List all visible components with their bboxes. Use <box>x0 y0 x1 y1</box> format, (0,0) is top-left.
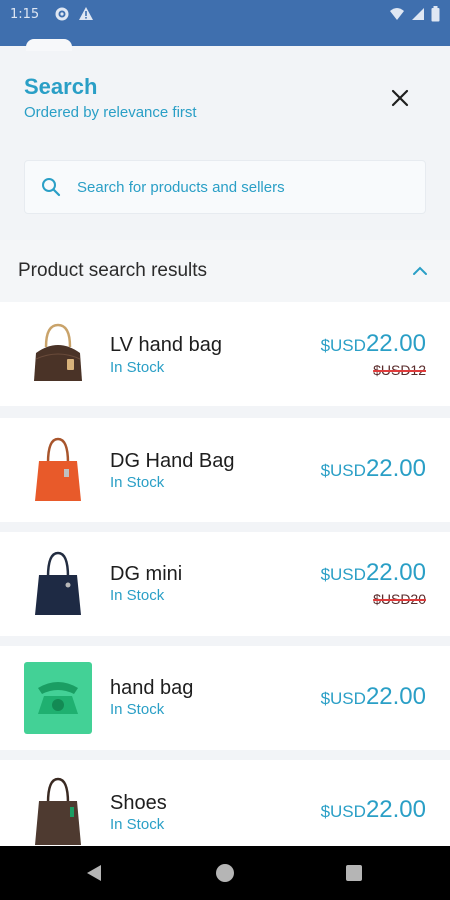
product-thumbnail <box>24 774 92 846</box>
results-section-header[interactable]: Product search results <box>0 240 450 302</box>
product-name: LV hand bag <box>110 334 222 356</box>
chevron-up-icon[interactable] <box>410 262 430 280</box>
close-icon <box>391 89 409 111</box>
search-subtitle: Ordered by relevance first <box>24 104 197 121</box>
price-currency: $USD <box>320 461 366 480</box>
search-title: Search <box>24 74 98 99</box>
original-price: $USD12 <box>373 362 426 378</box>
back-icon[interactable] <box>86 864 102 886</box>
product-thumbnail <box>24 318 92 390</box>
results-title: Product search results <box>18 260 208 281</box>
product-name: hand bag <box>110 677 194 699</box>
result-card[interactable]: hand bag In Stock $USD22.00 <box>0 646 450 750</box>
product-price: $USD22.00 <box>321 559 426 587</box>
stock-status: In Stock <box>110 474 165 491</box>
price-amount: 22.00 <box>365 796 426 823</box>
alert-icon <box>78 6 94 26</box>
price-currency: $USD <box>320 336 366 355</box>
search-input[interactable] <box>77 161 417 213</box>
product-price: $USD22.00 <box>321 330 426 358</box>
status-bar: 1:15 <box>0 0 450 30</box>
result-card[interactable]: Shoes In Stock $USD22.00 <box>0 760 450 846</box>
product-thumbnail <box>24 434 92 506</box>
price-amount: 22.00 <box>365 559 426 586</box>
search-icon <box>41 177 61 201</box>
result-card[interactable]: DG Hand Bag In Stock $USD22.00 <box>0 418 450 522</box>
product-price: $USD22.00 <box>321 683 426 711</box>
price-currency: $USD <box>320 565 366 584</box>
status-time: 1:15 <box>10 7 40 22</box>
result-card[interactable]: LV hand bag In Stock $USD22.00 $USD12 <box>0 302 450 406</box>
signal-icon <box>411 6 425 26</box>
close-button[interactable] <box>386 86 414 114</box>
product-thumbnail <box>24 662 92 734</box>
product-name: DG mini <box>110 563 183 585</box>
stock-status: In Stock <box>110 816 165 833</box>
system-nav-bar <box>0 846 450 900</box>
stock-status: In Stock <box>110 587 165 604</box>
stock-status: In Stock <box>110 701 165 718</box>
settings-icon <box>54 6 70 26</box>
battery-icon <box>431 6 440 26</box>
price-amount: 22.00 <box>365 683 426 710</box>
home-icon[interactable] <box>216 864 234 882</box>
product-name: Shoes <box>110 792 167 814</box>
product-thumbnail <box>24 548 92 620</box>
price-currency: $USD <box>320 802 366 821</box>
stock-status: In Stock <box>110 359 165 376</box>
sheet-tab <box>26 39 72 51</box>
price-amount: 22.00 <box>365 330 426 357</box>
price-amount: 22.00 <box>365 455 426 482</box>
recents-icon[interactable] <box>346 865 362 881</box>
search-box[interactable] <box>24 160 426 214</box>
result-card[interactable]: DG mini In Stock $USD22.00 $USD20 <box>0 532 450 636</box>
wifi-icon <box>389 6 405 26</box>
product-price: $USD22.00 <box>321 796 426 824</box>
price-currency: $USD <box>320 689 366 708</box>
original-price: $USD20 <box>373 591 426 607</box>
product-price: $USD22.00 <box>321 455 426 483</box>
product-name: DG Hand Bag <box>110 450 235 472</box>
